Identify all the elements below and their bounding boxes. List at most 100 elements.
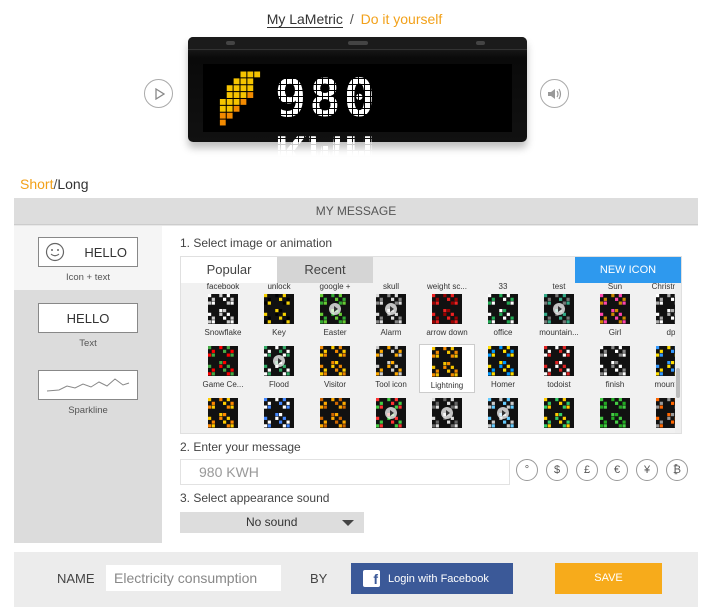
icon-item[interactable]: facebook — [195, 282, 251, 291]
icon-item[interactable]: office — [475, 292, 531, 339]
short-option[interactable]: Short — [20, 176, 53, 192]
icon-item[interactable]: Sun — [587, 282, 643, 291]
icon-name: google + — [319, 282, 351, 291]
type-icon-text[interactable]: HELLO Icon + text — [14, 226, 162, 290]
step2-label: 2. Enter your message — [180, 440, 301, 454]
device-center-button — [348, 41, 368, 45]
device-screen: 980 KWH — [203, 64, 512, 186]
icon-item[interactable]: Cocktail — [531, 396, 587, 433]
type-text-caption: Text — [79, 338, 97, 349]
icon-thumbnail — [208, 398, 238, 428]
my-message-panel: MY MESSAGE HELLO Icon + text HELLO Text … — [14, 198, 698, 543]
icon-thumbnail — [208, 346, 238, 376]
icon-item[interactable]: sonnse — [195, 396, 251, 433]
play-icon — [273, 355, 285, 367]
icon-item[interactable]: Flood — [251, 344, 307, 391]
icon-item[interactable]: Key — [251, 292, 307, 339]
icon-name: arrow up — [587, 432, 643, 433]
icon-name: todoist — [547, 380, 571, 389]
icon-item[interactable]: Homer — [475, 344, 531, 391]
speaker-icon — [547, 88, 561, 99]
icon-thumbnail — [544, 294, 574, 324]
volume-button[interactable] — [540, 79, 569, 108]
symbol-button[interactable]: $ — [546, 459, 568, 481]
icon-name: lion — [307, 432, 363, 433]
icon-item[interactable]: 33 — [475, 282, 531, 291]
message-type-sidebar: HELLO Icon + text HELLO Text Sparkline — [14, 226, 162, 543]
icon-name: Game Ce... — [202, 380, 244, 389]
icon-item[interactable]: Easter — [307, 292, 363, 339]
new-icon-button[interactable]: NEW ICON — [575, 257, 681, 283]
icon-tabs: Popular Recent — [181, 257, 373, 283]
name-label: NAME — [57, 571, 95, 586]
symbol-button[interactable]: ₿ — [666, 459, 688, 481]
icon-scrollbar[interactable] — [675, 283, 681, 433]
icon-item[interactable]: Snowflake — [195, 292, 251, 339]
icon-item[interactable]: test — [531, 282, 587, 291]
do-it-yourself-link[interactable]: Do it yourself — [361, 11, 443, 27]
icon-name: unlock — [267, 282, 291, 291]
icon-item[interactable]: arrow down — [419, 292, 475, 339]
symbol-button[interactable]: ° — [516, 459, 538, 481]
icon-item[interactable]: unlock — [251, 282, 307, 291]
icon-item[interactable]: Dog — [419, 396, 475, 433]
long-option[interactable]: Long — [57, 176, 88, 192]
icon-item[interactable]: Tetris — [363, 396, 419, 433]
icon-name: Cleans... — [475, 432, 531, 433]
icon-item[interactable]: Girl — [587, 292, 643, 339]
my-lametric-link[interactable]: My LaMetric — [266, 11, 343, 28]
symbol-button[interactable]: ¥ — [636, 459, 658, 481]
icon-item[interactable]: finish — [587, 344, 643, 391]
icon-name: sonnse — [195, 432, 251, 433]
icon-name: mountain... — [539, 328, 579, 337]
symbol-button[interactable]: £ — [576, 459, 598, 481]
icon-thumbnail — [320, 398, 350, 428]
play-button[interactable] — [144, 79, 173, 108]
icon-name: Girl — [608, 328, 622, 337]
icon-thumbnail — [320, 294, 350, 324]
play-icon — [385, 407, 397, 419]
device-top — [188, 37, 527, 50]
save-button[interactable]: SAVE — [555, 563, 662, 594]
icon-item[interactable]: google + — [307, 282, 363, 291]
lametric-device: 980 KWH — [188, 37, 527, 186]
icon-name: weight sc... — [426, 282, 467, 291]
icon-item[interactable]: Game Ce... — [195, 344, 251, 391]
type-text-box: HELLO — [38, 303, 138, 333]
icon-item[interactable]: Lightning — [419, 344, 475, 393]
type-sparkline-caption: Sparkline — [68, 405, 108, 416]
icon-picker: Popular Recent NEW ICON facebook unlock go… — [180, 256, 682, 434]
icon-thumbnail — [432, 347, 462, 377]
icon-item[interactable]: Testing a... — [251, 396, 307, 433]
symbol-buttons: ° $ £ € ¥ ₿ — [516, 459, 688, 481]
lightning-icon — [219, 71, 261, 126]
tab-popular[interactable]: Popular — [181, 257, 277, 283]
icon-item[interactable]: skull — [363, 282, 419, 291]
tab-recent[interactable]: Recent — [277, 257, 373, 283]
breadcrumb-separator: / — [349, 11, 354, 27]
icon-item[interactable]: Visitor — [307, 344, 363, 391]
icon-item[interactable]: Tool icon — [363, 344, 419, 391]
icon-item[interactable]: Cleans... — [475, 396, 531, 433]
type-text[interactable]: HELLO Text — [14, 303, 162, 349]
login-facebook-button[interactable]: f Login with Facebook — [351, 563, 513, 594]
icon-name: Lightning — [430, 381, 464, 390]
icon-name: arrow down — [426, 328, 468, 337]
icon-item[interactable]: mountain... — [531, 292, 587, 339]
icon-item[interactable]: Alarm — [363, 292, 419, 339]
step3-label: 3. Select appearance sound — [180, 491, 330, 505]
icon-item[interactable]: todoist — [531, 344, 587, 391]
sound-select[interactable]: No sound — [180, 512, 364, 533]
icon-thumbnail — [264, 346, 294, 376]
symbol-button[interactable]: € — [606, 459, 628, 481]
icon-item[interactable]: weight sc... — [419, 282, 475, 291]
name-input[interactable]: Electricity consumption — [106, 565, 281, 591]
icon-item[interactable]: arrow up — [587, 396, 643, 433]
icon-scrollbar-thumb[interactable] — [676, 368, 680, 398]
icon-name: Tool icon — [375, 380, 407, 389]
message-input[interactable]: 980 KWH — [180, 459, 510, 485]
icon-name: Sun — [607, 282, 623, 291]
sparkline-icon — [46, 378, 130, 392]
type-sparkline[interactable]: Sparkline — [14, 370, 162, 416]
icon-item[interactable]: lion — [307, 396, 363, 433]
